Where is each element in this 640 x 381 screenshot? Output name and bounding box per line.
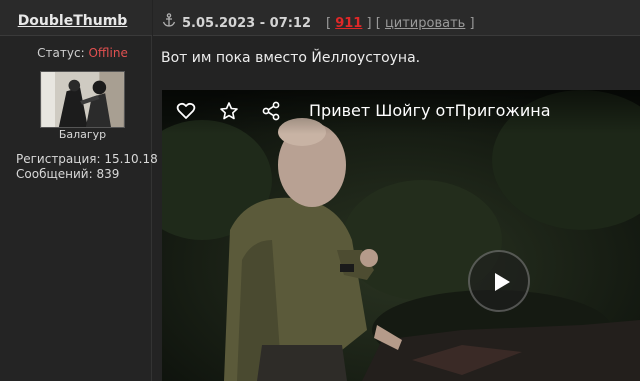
username-link[interactable]: DoubleThumb: [0, 13, 145, 29]
heart-icon[interactable]: [176, 101, 196, 121]
quote-link[interactable]: цитировать: [385, 16, 465, 31]
messages-count: Сообщений: 839: [16, 167, 120, 181]
video-player[interactable]: Привет Шойгу отПригожина: [162, 90, 640, 381]
quote-bracket-open: [: [375, 16, 381, 31]
user-rank: Балагур: [58, 128, 107, 141]
post-meta: [ 911 ] [ цитировать ]: [326, 16, 475, 31]
rating-bracket-open: [: [326, 16, 332, 31]
user-status: Статус: Offline: [0, 46, 165, 60]
post-text: Вот им пока вместо Йеллоустоуна.: [161, 50, 421, 66]
quote-bracket-close: ]: [469, 16, 475, 31]
avatar[interactable]: [40, 71, 125, 128]
status-label: Статус:: [37, 46, 85, 60]
play-button[interactable]: [468, 250, 530, 312]
star-icon[interactable]: [219, 101, 239, 121]
video-title[interactable]: Привет Шойгу отПригожина: [309, 101, 551, 120]
status-offline: Offline: [88, 46, 128, 60]
anchor-icon[interactable]: [162, 13, 176, 27]
registration-date: Регистрация: 15.10.18: [16, 152, 158, 166]
rating-bracket-close: ]: [366, 16, 372, 31]
rating-link[interactable]: 911: [335, 16, 362, 31]
user-stats: Регистрация: 15.10.18 Сообщений: 839: [16, 152, 158, 182]
avatar-image: [41, 72, 124, 127]
share-icon[interactable]: [261, 101, 281, 121]
play-icon: [495, 273, 510, 291]
post-date: 5.05.2023 - 07:12: [182, 16, 312, 31]
